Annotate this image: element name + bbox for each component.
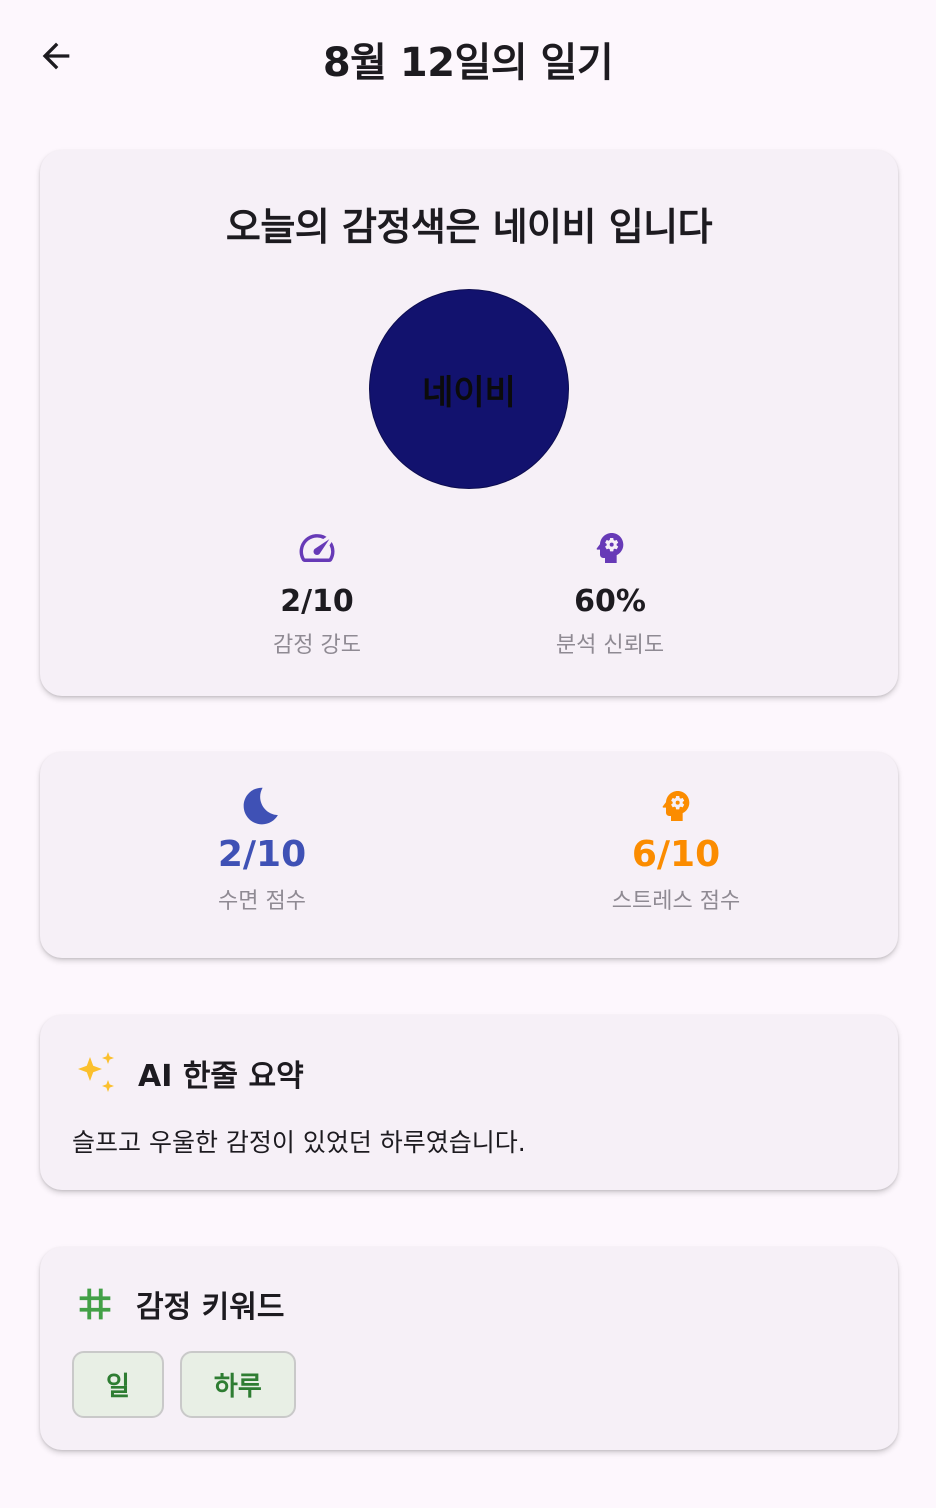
keywords-title: 감정 키워드 <box>136 1290 285 1325</box>
sleep-score-value: 2/10 <box>217 834 307 875</box>
page-title: 8월 12일의 일기 <box>322 40 614 86</box>
emotion-intensity-value: 2/10 <box>280 584 354 619</box>
speedometer-icon <box>299 534 335 562</box>
stress-score-value: 6/10 <box>631 834 721 875</box>
ai-summary-title: AI 한줄 요약 <box>138 1059 304 1094</box>
keyword-chip[interactable]: 일 <box>72 1351 164 1418</box>
emotion-color-label: 네이비 <box>422 372 516 413</box>
keyword-chips: 일 하루 <box>72 1351 296 1418</box>
sleep-score-label: 수면 점수 <box>218 889 306 914</box>
keyword-chip[interactable]: 하루 <box>179 1351 296 1418</box>
stress-score-stat: 6/10 스트레스 점수 <box>546 784 806 915</box>
emotion-keywords-card: 감정 키워드 일 하루 <box>40 1247 898 1450</box>
analysis-confidence-label: 분석 신뢰도 <box>555 633 665 658</box>
diary-page: 8월 12일의 일기 오늘의 감정색은 네이비 입니다 네이비 2/10 감정 … <box>0 0 936 1508</box>
emotion-color-card: 오늘의 감정색은 네이비 입니다 네이비 2/10 감정 강도 60% 분석 신… <box>40 150 898 696</box>
app-bar: 8월 12일의 일기 <box>0 0 936 112</box>
sparkles-icon <box>78 1052 114 1092</box>
emotion-heading: 오늘의 감정색은 네이비 입니다 <box>225 205 713 249</box>
ai-summary-card: AI 한줄 요약 슬프고 우울한 감정이 있었던 하루였습니다. <box>40 1015 898 1190</box>
ai-summary-header: AI 한줄 요약 <box>72 1049 304 1097</box>
moon-icon <box>243 787 278 825</box>
emotion-intensity-label: 감정 강도 <box>273 633 361 658</box>
sleep-score-stat: 2/10 수면 점수 <box>132 784 392 915</box>
analysis-confidence-value: 60% <box>574 584 646 619</box>
emotion-color-circle: 네이비 <box>369 289 569 489</box>
stress-score-label: 스트레스 점수 <box>611 889 741 914</box>
psychology-icon <box>596 533 624 563</box>
keywords-header: 감정 키워드 <box>72 1281 284 1327</box>
analysis-confidence-stat: 60% 분석 신뢰도 <box>480 526 740 659</box>
psychology-icon <box>662 791 690 821</box>
scores-card: 2/10 수면 점수 6/10 스트레스 점수 <box>40 752 898 958</box>
ai-summary-text: 슬프고 우울한 감정이 있었던 하루였습니다. <box>72 1128 526 1157</box>
hashtag-icon <box>79 1288 111 1320</box>
emotion-intensity-stat: 2/10 감정 강도 <box>187 526 447 659</box>
